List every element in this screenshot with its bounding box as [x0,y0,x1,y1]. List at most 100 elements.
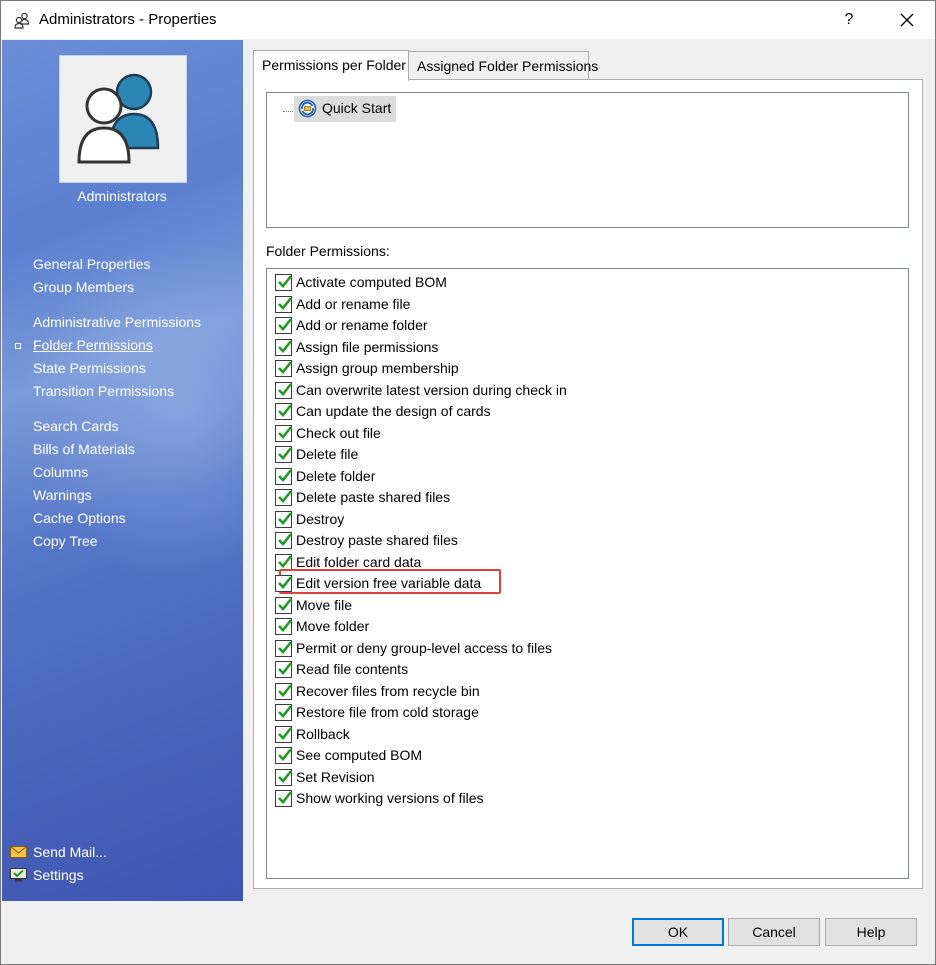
permission-label: Permit or deny group-level access to fil… [296,639,552,656]
permission-checkbox[interactable] [275,317,293,334]
nav-general-properties[interactable]: General Properties [33,256,151,272]
check-icon [278,726,293,740]
check-icon [278,791,293,804]
permission-checkbox[interactable] [275,747,293,764]
nav-columns[interactable]: Columns [33,464,88,480]
check-icon [278,597,293,611]
permission-label: Can overwrite latest version during chec… [296,381,567,398]
permission-checkbox[interactable] [275,403,293,420]
cancel-button[interactable]: Cancel [728,918,820,946]
permission-checkbox[interactable] [275,381,293,399]
folder-tree[interactable]: Quick Start [266,92,909,228]
permission-label: Show working versions of files [296,790,484,806]
sidebar: Administrators General Properties Group … [2,40,243,901]
nav-group-members[interactable]: Group Members [33,279,134,295]
permission-label: Rollback [296,725,350,742]
permission-checkbox[interactable] [275,295,293,313]
permission-label: Assign group membership [296,360,459,376]
nav-folder-permissions[interactable]: Folder Permissions [33,337,153,353]
permission-checkbox[interactable] [275,424,293,442]
check-icon [278,447,293,460]
permission-checkbox[interactable] [275,682,293,700]
settings-monitor-icon [10,868,27,882]
group-users-icon [14,12,30,29]
permission-label: Can update the design of cards [296,403,491,419]
close-button[interactable] [885,5,929,35]
folder-permissions-label: Folder Permissions: [266,243,390,259]
permission-label: Add or rename file [296,295,411,312]
nav-bills-of-materials[interactable]: Bills of Materials [33,441,135,457]
vault-folder-icon [298,99,317,118]
content-area: Permissions per Folder Assigned Folder P… [253,50,927,889]
permission-checkbox[interactable] [275,489,293,506]
permission-checkbox[interactable] [275,790,293,807]
ok-button[interactable]: OK [632,918,724,946]
permission-label: Check out file [296,424,381,441]
tab-assigned-folder-permissions[interactable]: Assigned Folder Permissions [408,51,598,79]
check-icon [278,511,293,525]
help-button[interactable]: Help [825,918,917,946]
permission-checkbox[interactable] [275,618,293,635]
check-icon [278,275,293,288]
check-icon [278,554,293,568]
permission-checkbox[interactable] [275,768,293,786]
check-icon [278,683,293,697]
permission-label: Delete paste shared files [296,489,451,505]
check-icon [278,705,293,718]
tree-node-label: Quick Start [322,100,392,116]
check-icon [278,339,293,353]
nav-search-cards[interactable]: Search Cards [33,418,119,434]
permission-checkbox[interactable] [275,532,293,549]
window-title: Administrators - Properties [39,11,217,28]
permission-checkbox[interactable] [275,510,293,528]
permission-checkbox[interactable] [275,725,293,743]
permission-label: Activate computed BOM [296,274,447,290]
check-icon [278,769,293,783]
group-name-caption: Administrators [77,188,167,204]
permission-checkbox[interactable] [275,639,293,657]
check-icon [278,576,293,589]
check-icon [278,533,293,546]
permission-checkbox[interactable] [275,596,293,614]
permission-checkbox[interactable] [275,274,293,291]
permission-label: Move file [296,596,353,613]
nav-transition-permissions[interactable]: Transition Permissions [33,383,174,399]
nav-warnings[interactable]: Warnings [33,487,92,503]
permission-label: Destroy paste shared files [296,532,458,548]
help-title-button[interactable]: ? [829,5,869,35]
check-icon [278,619,293,632]
nav-administrative-permissions[interactable]: Administrative Permissions [33,314,201,330]
check-icon [278,662,293,675]
check-icon [278,296,293,310]
check-icon [278,468,293,482]
permission-checkbox[interactable] [275,704,293,721]
permission-checkbox[interactable] [275,467,293,485]
permission-label: Read file contents [296,661,409,677]
permission-checkbox[interactable] [275,575,293,592]
permission-checkbox[interactable] [275,338,293,356]
group-avatar [59,55,187,183]
properties-dialog: Administrators - Properties ? Administra… [0,0,936,965]
settings-link[interactable]: Settings [10,867,84,883]
check-icon [278,748,293,761]
permission-label: See computed BOM [296,747,423,763]
permission-checkbox[interactable] [275,553,293,571]
tab-permissions-per-folder[interactable]: Permissions per Folder [253,50,409,81]
permission-label: Edit version free variable data [296,575,482,591]
nav-state-permissions[interactable]: State Permissions [33,360,146,376]
permission-label: Delete file [296,446,359,462]
permission-label: Destroy [296,510,345,527]
permission-label: Assign file permissions [296,338,439,355]
tree-node-quick-start[interactable]: Quick Start [294,96,397,122]
permissions-list: Activate computed BOM Add or rename file… [266,268,909,879]
permission-label: Move folder [296,618,370,634]
permission-checkbox[interactable] [275,446,293,463]
check-icon [278,404,293,417]
permission-checkbox[interactable] [275,360,293,377]
nav-copy-tree[interactable]: Copy Tree [33,533,98,549]
active-nav-bullet [15,343,21,349]
nav-cache-options[interactable]: Cache Options [33,510,126,526]
users-avatar-icon [77,73,160,164]
send-mail-link[interactable]: Send Mail... [10,844,107,860]
permission-checkbox[interactable] [275,661,293,678]
